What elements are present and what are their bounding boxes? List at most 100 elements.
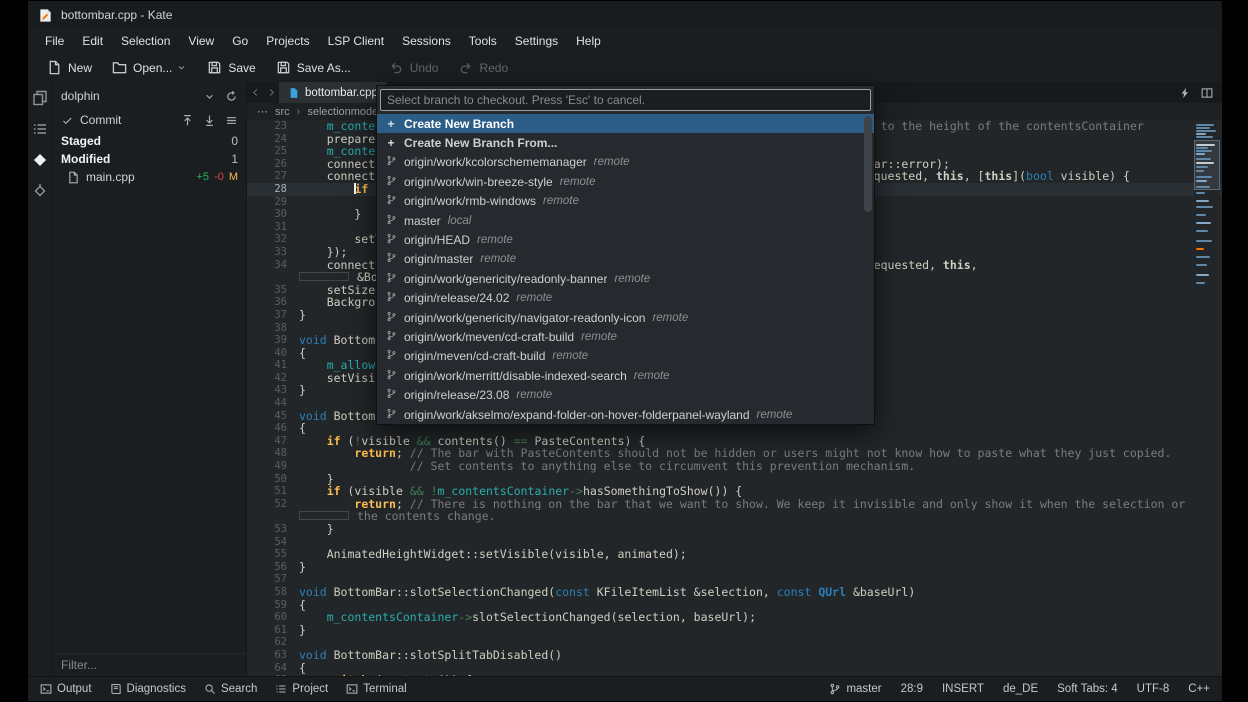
branch-item[interactable]: origin/work/akselmo/expand-folder-on-hov… [377, 405, 874, 424]
nav-back-button[interactable] [247, 82, 263, 103]
code-line[interactable]: 56} [247, 561, 1222, 574]
terminal-toggle[interactable]: Terminal [346, 683, 406, 695]
encoding[interactable]: UTF-8 [1137, 683, 1170, 695]
menu-projects[interactable]: Projects [257, 31, 318, 51]
branch-item[interactable]: origin/meven/cd-craft-buildremote [377, 347, 874, 366]
commit-button[interactable]: Commit [80, 113, 121, 127]
minimize-button[interactable] [1084, 1, 1130, 29]
code-line[interactable]: 59{ [247, 599, 1222, 612]
menu-edit[interactable]: Edit [73, 31, 112, 51]
code-line[interactable]: the contents change. [247, 510, 1222, 523]
code-line[interactable]: 60 m_contentsContainer->slotSelectionCha… [247, 611, 1222, 624]
project-dropdown-icon[interactable] [203, 90, 216, 103]
menu-settings[interactable]: Settings [506, 31, 567, 51]
quick-actions-icon[interactable] [1179, 87, 1191, 99]
filesystem-tool-icon[interactable] [32, 121, 48, 137]
branch-item[interactable]: origin/release/23.08remote [377, 385, 874, 404]
staged-section[interactable]: Staged 0 [53, 132, 246, 150]
git-branch-indicator[interactable]: master [829, 683, 881, 695]
menu-sessions[interactable]: Sessions [393, 31, 460, 51]
cursor-position[interactable]: 28:9 [901, 683, 923, 695]
syntax-language[interactable]: C++ [1188, 683, 1210, 695]
staged-count: 0 [231, 134, 238, 148]
undo-button[interactable]: Undo [380, 56, 448, 79]
menu-tools[interactable]: Tools [460, 31, 506, 51]
split-view-icon[interactable] [1201, 87, 1213, 99]
menu-view[interactable]: View [179, 31, 223, 51]
menu-file[interactable]: File [36, 31, 73, 51]
dictionary[interactable]: de_DE [1003, 683, 1038, 695]
modified-section[interactable]: Modified 1 [53, 150, 246, 168]
branch-item[interactable]: +Create New Branch [377, 114, 874, 133]
save-as-button[interactable]: Save As... [267, 56, 360, 79]
branch-item[interactable]: origin/work/genericity/navigator-readonl… [377, 308, 874, 327]
popup-scrollbar-thumb[interactable] [864, 116, 872, 212]
new-button[interactable]: New [38, 56, 101, 79]
code-line[interactable]: 54 [247, 536, 1222, 549]
close-button[interactable] [1176, 1, 1222, 29]
statusbar-toolviews: Output Diagnostics Search Project Termin… [40, 683, 407, 695]
tab-bottombar-cpp[interactable]: bottombar.cpp [279, 82, 387, 103]
breadcrumb-src[interactable]: src [275, 106, 290, 118]
code-line[interactable]: 55 AnimatedHeightWidget::setVisible(visi… [247, 548, 1222, 561]
code-line[interactable]: 48 return; // The bar with PasteContents… [247, 447, 1222, 460]
modified-file-row[interactable]: main.cpp +5 -0 M [53, 168, 246, 186]
redo-button[interactable]: Redo [449, 56, 517, 79]
code-line[interactable]: 61} [247, 624, 1222, 637]
input-mode[interactable]: INSERT [942, 683, 984, 695]
minimap-scrollbar[interactable] [1194, 122, 1220, 674]
filter-input[interactable] [53, 653, 246, 676]
git-push-icon[interactable] [181, 114, 194, 127]
code-line[interactable]: 50 } [247, 473, 1222, 486]
branch-item[interactable]: origin/work/genericity/readonly-bannerre… [377, 269, 874, 288]
diagnostics-toggle[interactable]: Diagnostics [110, 683, 186, 695]
nav-forward-button[interactable] [263, 82, 279, 103]
branch-item[interactable]: origin/masterremote [377, 250, 874, 269]
git-pull-icon[interactable] [203, 114, 216, 127]
code-line[interactable]: 62 [247, 636, 1222, 649]
branch-item[interactable]: +Create New Branch From... [377, 133, 874, 152]
branch-item[interactable]: origin/work/kcolorschememanagerremote [377, 153, 874, 172]
code-text: { [299, 422, 306, 435]
project-selector[interactable]: dolphin [53, 84, 246, 108]
menu-selection[interactable]: Selection [112, 31, 179, 51]
menu-lsp-client[interactable]: LSP Client [319, 31, 393, 51]
code-line[interactable]: 52 return; // There is nothing on the ba… [247, 498, 1222, 511]
code-line[interactable]: 51 if (visible && !m_contentsContainer->… [247, 485, 1222, 498]
branch-item[interactable]: origin/release/24.02remote [377, 289, 874, 308]
breadcrumb-selectionmode[interactable]: selectionmode [307, 106, 378, 118]
git-tool-icon[interactable] [32, 152, 48, 168]
code-line[interactable]: 47 if (!visible && contents() == PasteCo… [247, 435, 1222, 448]
branch-item[interactable]: origin/HEADremote [377, 230, 874, 249]
breadcrumb-ellipsis[interactable]: ⋯ [257, 105, 268, 118]
branch-item[interactable]: origin/work/win-breeze-styleremote [377, 172, 874, 191]
maximize-button[interactable] [1130, 1, 1176, 29]
output-toggle[interactable]: Output [40, 683, 92, 695]
branch-item[interactable]: origin/work/meven/cd-craft-buildremote [377, 327, 874, 346]
search-toggle[interactable]: Search [204, 683, 257, 695]
code-line[interactable]: 49 // Set contents to anything else to c… [247, 460, 1222, 473]
code-line[interactable]: 65 switch (contents()) { [247, 674, 1222, 676]
branch-item[interactable]: origin/work/rmb-windowsremote [377, 192, 874, 211]
project-toggle[interactable]: Project [275, 683, 328, 695]
branch-item[interactable]: origin/work/merritt/disable-indexed-sear… [377, 366, 874, 385]
code-line[interactable]: 57 [247, 573, 1222, 586]
line-number: 45 [251, 410, 299, 423]
menu-go[interactable]: Go [223, 31, 257, 51]
code-line[interactable]: 63void BottomBar::slotSplitTabDisabled() [247, 649, 1222, 662]
documents-tool-icon[interactable] [32, 90, 48, 106]
branch-item[interactable]: masterlocal [377, 211, 874, 230]
code-line[interactable]: 64{ [247, 662, 1222, 675]
git-menu-icon[interactable] [225, 114, 238, 127]
symbols-tool-icon[interactable] [32, 183, 48, 199]
undo-label: Undo [410, 61, 439, 75]
branch-search-input[interactable] [380, 89, 871, 111]
save-button[interactable]: Save [198, 56, 264, 79]
code-line[interactable]: 53 } [247, 523, 1222, 536]
menu-help[interactable]: Help [567, 31, 610, 51]
open-button[interactable]: Open... [103, 56, 196, 79]
popup-scrollbar[interactable] [864, 116, 872, 422]
refresh-icon[interactable] [225, 90, 238, 103]
code-line[interactable]: 58void BottomBar::slotSelectionChanged(c… [247, 586, 1222, 599]
tab-mode[interactable]: Soft Tabs: 4 [1057, 683, 1118, 695]
